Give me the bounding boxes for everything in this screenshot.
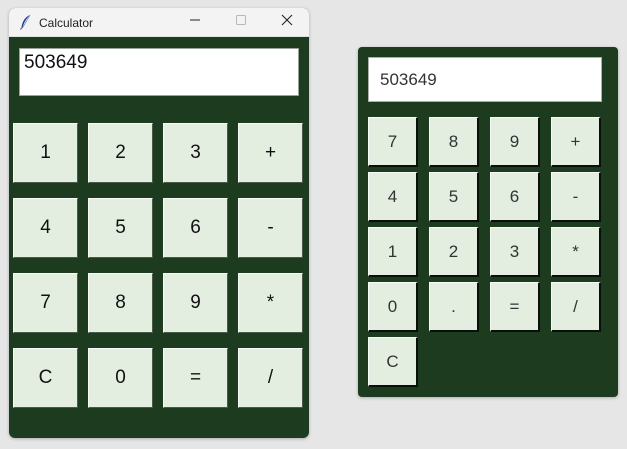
button-3[interactable]: 3 bbox=[490, 227, 540, 277]
button-7[interactable]: 7 bbox=[13, 273, 78, 333]
calculator-window-left: Calculator 503649 1 2 3 + 4 5 6 - 7 8 9 … bbox=[9, 8, 309, 438]
button-equals[interactable]: = bbox=[163, 348, 228, 408]
button-decimal[interactable]: . bbox=[429, 282, 479, 332]
close-icon bbox=[281, 13, 293, 31]
calculator-panel-right: 503649 7 8 9 + 4 5 6 - 1 2 3 * 0 . = / C bbox=[358, 47, 618, 397]
close-button[interactable] bbox=[264, 8, 309, 36]
button-multiply[interactable]: * bbox=[551, 227, 601, 277]
button-multiply[interactable]: * bbox=[238, 273, 303, 333]
button-9[interactable]: 9 bbox=[163, 273, 228, 333]
button-clear[interactable]: C bbox=[368, 337, 418, 387]
button-subtract[interactable]: - bbox=[551, 172, 601, 222]
button-0[interactable]: 0 bbox=[368, 282, 418, 332]
display-field[interactable]: 503649 bbox=[19, 48, 299, 96]
button-2[interactable]: 2 bbox=[429, 227, 479, 277]
display-field[interactable]: 503649 bbox=[368, 57, 602, 102]
button-add[interactable]: + bbox=[551, 117, 601, 167]
button-3[interactable]: 3 bbox=[163, 123, 228, 183]
maximize-icon bbox=[235, 13, 247, 31]
button-4[interactable]: 4 bbox=[13, 198, 78, 258]
button-5[interactable]: 5 bbox=[88, 198, 153, 258]
button-1[interactable]: 1 bbox=[368, 227, 418, 277]
maximize-button bbox=[218, 8, 264, 36]
button-6[interactable]: 6 bbox=[163, 198, 228, 258]
feather-icon bbox=[19, 14, 33, 30]
button-clear[interactable]: C bbox=[13, 348, 78, 408]
minimize-button[interactable] bbox=[172, 8, 218, 36]
button-1[interactable]: 1 bbox=[13, 123, 78, 183]
title-bar[interactable]: Calculator bbox=[9, 8, 309, 37]
button-subtract[interactable]: - bbox=[238, 198, 303, 258]
button-0[interactable]: 0 bbox=[88, 348, 153, 408]
button-5[interactable]: 5 bbox=[429, 172, 479, 222]
minimize-icon bbox=[189, 13, 201, 31]
button-4[interactable]: 4 bbox=[368, 172, 418, 222]
button-equals[interactable]: = bbox=[490, 282, 540, 332]
button-8[interactable]: 8 bbox=[88, 273, 153, 333]
button-2[interactable]: 2 bbox=[88, 123, 153, 183]
button-9[interactable]: 9 bbox=[490, 117, 540, 167]
window-title: Calculator bbox=[39, 16, 94, 30]
button-divide[interactable]: / bbox=[551, 282, 601, 332]
button-divide[interactable]: / bbox=[238, 348, 303, 408]
button-add[interactable]: + bbox=[238, 123, 303, 183]
button-6[interactable]: 6 bbox=[490, 172, 540, 222]
button-7[interactable]: 7 bbox=[368, 117, 418, 167]
button-8[interactable]: 8 bbox=[429, 117, 479, 167]
